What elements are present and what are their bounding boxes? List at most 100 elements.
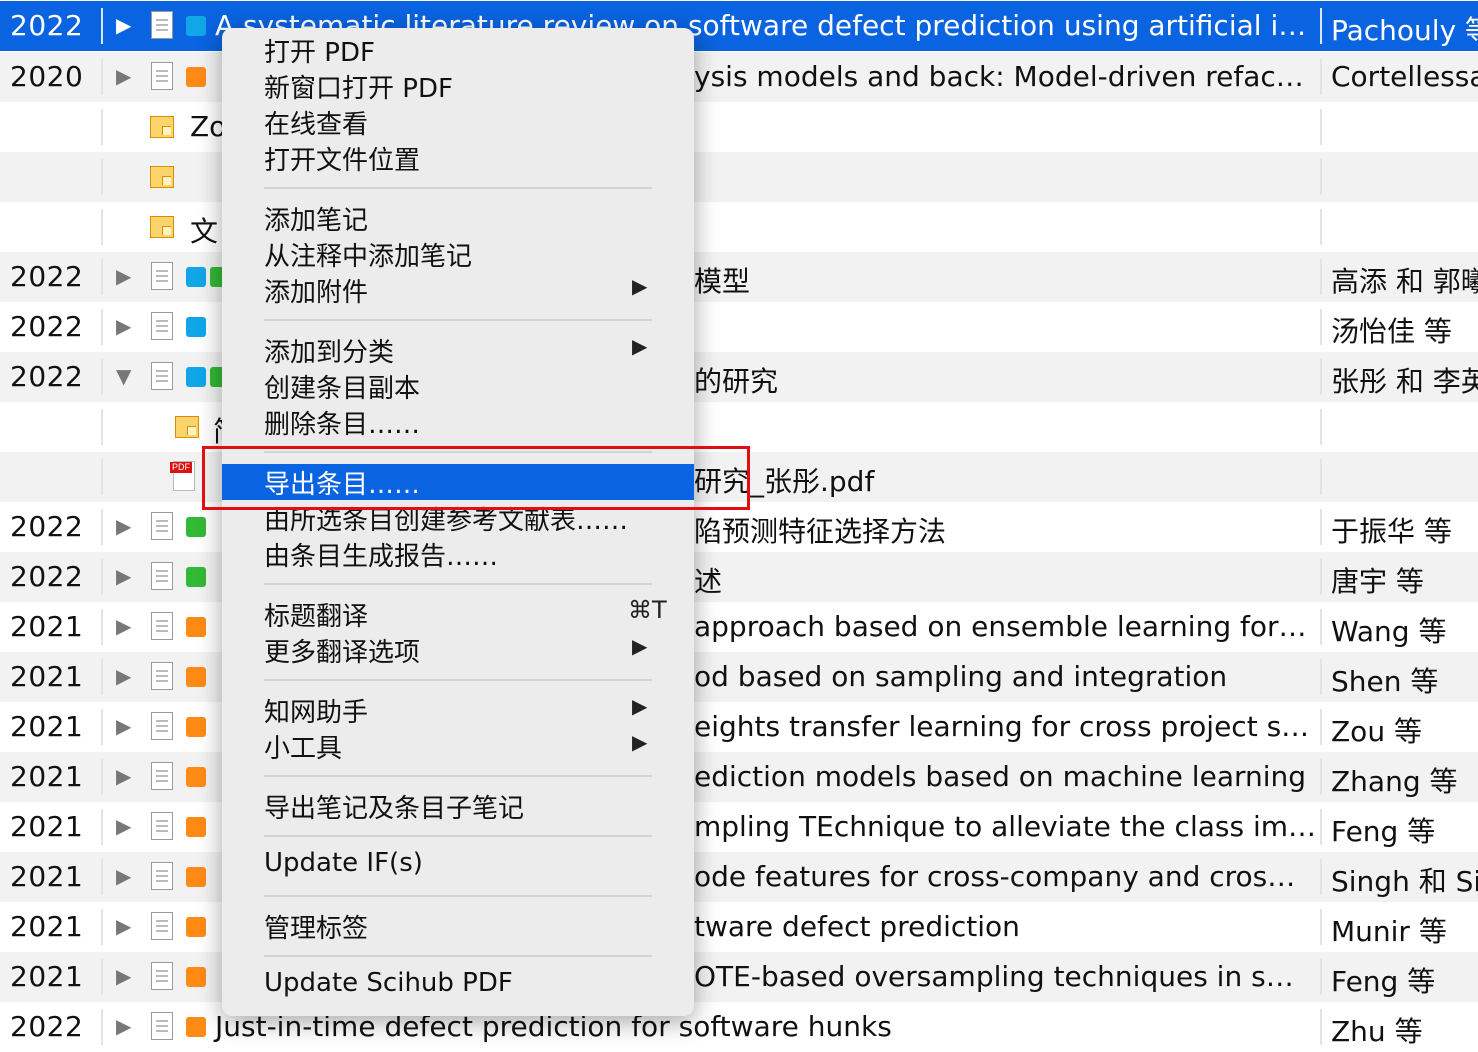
expand-arrow-icon[interactable]: ▶ xyxy=(116,714,131,738)
expand-arrow-icon[interactable]: ▶ xyxy=(116,264,131,288)
year-cell: 2022 xyxy=(10,310,84,343)
document-icon xyxy=(151,512,173,540)
blue-tag-icon xyxy=(186,16,206,36)
year-cell: 2022 xyxy=(10,1010,84,1043)
creator-cell: Zhang 等 xyxy=(1331,765,1458,798)
column-divider xyxy=(1320,109,1322,145)
column-divider xyxy=(101,709,103,745)
menu-item-duplicate-item[interactable]: 创建条目副本 xyxy=(222,368,694,404)
expand-arrow-icon[interactable]: ▶ xyxy=(116,664,131,688)
menu-item-more-translate-options[interactable]: 更多翻译选项 ▶ xyxy=(222,632,694,668)
expand-arrow-icon[interactable]: ▶ xyxy=(116,614,131,638)
menu-item-label: 小工具 xyxy=(264,734,343,764)
menu-item-update-if[interactable]: Update IF(s) xyxy=(222,848,694,884)
year-cell: 2021 xyxy=(10,760,84,793)
menu-item-label: Update IF(s) xyxy=(264,848,423,878)
creator-cell: Cortellessa xyxy=(1331,60,1478,93)
note-icon xyxy=(150,216,174,238)
document-icon xyxy=(151,762,173,790)
menu-item-manage-tags[interactable]: 管理标签 xyxy=(222,908,694,944)
menu-item-view-online[interactable]: 在线查看 xyxy=(222,104,694,140)
column-divider xyxy=(1320,459,1322,495)
title-cell: 文 xyxy=(190,215,219,248)
menu-item-label: Update Scihub PDF xyxy=(264,968,513,998)
creator-cell: 高添 和 郭曦 xyxy=(1331,265,1478,298)
menu-item-add-to-collection[interactable]: 添加到分类 ▶ xyxy=(222,332,694,368)
title-cell: ysis models and back: Model-driven refac… xyxy=(694,60,1304,93)
context-menu: 打开 PDF 新窗口打开 PDF 在线查看 打开文件位置 添加笔记 从注释中添加… xyxy=(222,28,694,1016)
expand-arrow-icon[interactable]: ▶ xyxy=(116,764,131,788)
document-icon xyxy=(151,712,173,740)
column-divider xyxy=(101,159,103,195)
column-divider xyxy=(1320,759,1322,795)
expand-arrow-icon[interactable]: ▶ xyxy=(116,814,131,838)
expand-arrow-icon[interactable]: ▶ xyxy=(116,514,131,538)
menu-separator xyxy=(264,187,652,189)
menu-item-label: 导出笔记及条目子笔记 xyxy=(264,794,525,824)
expand-arrow-icon[interactable]: ▶ xyxy=(116,964,131,988)
year-cell: 2021 xyxy=(10,610,84,643)
menu-item-delete-item[interactable]: 删除条目…… xyxy=(222,404,694,440)
column-divider xyxy=(1320,509,1322,545)
green-tag-icon xyxy=(186,567,206,587)
menu-item-show-file[interactable]: 打开文件位置 xyxy=(222,140,694,176)
menu-separator xyxy=(264,583,652,585)
menu-item-open-pdf[interactable]: 打开 PDF xyxy=(222,32,694,68)
menu-item-add-note-from-annotations[interactable]: 从注释中添加笔记 xyxy=(222,236,694,272)
menu-separator xyxy=(264,895,652,897)
creator-cell: Zhu 等 xyxy=(1331,1015,1423,1048)
orange-tag-icon xyxy=(186,717,206,737)
column-divider xyxy=(1320,809,1322,845)
expand-arrow-icon[interactable]: ▶ xyxy=(116,64,131,88)
menu-item-generate-report[interactable]: 由条目生成报告…… xyxy=(222,536,694,572)
menu-separator xyxy=(264,679,652,681)
menu-item-export-notes[interactable]: 导出笔记及条目子笔记 xyxy=(222,788,694,824)
document-icon xyxy=(151,1012,173,1040)
orange-tag-icon xyxy=(186,767,206,787)
column-divider xyxy=(101,109,103,145)
menu-item-add-note[interactable]: 添加笔记 xyxy=(222,200,694,236)
menu-item-tools[interactable]: 小工具 ▶ xyxy=(222,728,694,764)
menu-item-open-pdf-new-window[interactable]: 新窗口打开 PDF xyxy=(222,68,694,104)
submenu-arrow-icon: ▶ xyxy=(632,334,648,358)
column-divider xyxy=(1320,959,1322,995)
menu-item-label: 新窗口打开 PDF xyxy=(264,74,453,104)
expand-arrow-icon[interactable]: ▶ xyxy=(116,914,131,938)
submenu-arrow-icon: ▶ xyxy=(632,274,648,298)
title-cell: ediction models based on machine learnin… xyxy=(694,760,1307,793)
note-icon xyxy=(175,416,199,438)
expand-arrow-icon[interactable]: ▶ xyxy=(116,864,131,888)
column-divider xyxy=(101,359,103,395)
menu-separator xyxy=(264,955,652,957)
collapse-arrow-icon[interactable]: ▼ xyxy=(116,364,131,388)
title-cell: tware defect prediction xyxy=(694,910,1020,943)
menu-item-update-scihub-pdf[interactable]: Update Scihub PDF xyxy=(222,968,694,1004)
column-divider xyxy=(101,259,103,295)
title-cell: od based on sampling and integration xyxy=(694,660,1228,693)
note-icon xyxy=(150,116,174,138)
creator-cell: 张彤 和 李英 xyxy=(1331,365,1478,398)
year-cell: 2021 xyxy=(10,810,84,843)
menu-item-label: 删除条目…… xyxy=(264,410,421,440)
year-cell: 2021 xyxy=(10,660,84,693)
document-icon xyxy=(151,562,173,590)
menu-item-translate-title[interactable]: 标题翻译 ⌘T xyxy=(222,596,694,632)
menu-item-add-attachment[interactable]: 添加附件 ▶ xyxy=(222,272,694,308)
shortcut-label: ⌘T xyxy=(628,596,667,624)
expand-arrow-icon[interactable]: ▶ xyxy=(116,1014,131,1038)
title-cell: Zo xyxy=(190,110,227,143)
annotation-highlight-box xyxy=(202,446,750,510)
document-icon xyxy=(151,812,173,840)
column-divider xyxy=(101,859,103,895)
menu-separator xyxy=(264,775,652,777)
menu-item-label: 管理标签 xyxy=(264,914,369,944)
menu-item-cnki-helper[interactable]: 知网助手 ▶ xyxy=(222,692,694,728)
menu-item-label: 打开文件位置 xyxy=(264,146,421,176)
submenu-arrow-icon: ▶ xyxy=(632,634,648,658)
pdf-icon: PDF xyxy=(170,461,195,491)
expand-arrow-icon[interactable]: ▶ xyxy=(116,13,131,37)
expand-arrow-icon[interactable]: ▶ xyxy=(116,564,131,588)
column-divider xyxy=(1320,409,1322,445)
expand-arrow-icon[interactable]: ▶ xyxy=(116,314,131,338)
document-icon xyxy=(151,262,173,290)
